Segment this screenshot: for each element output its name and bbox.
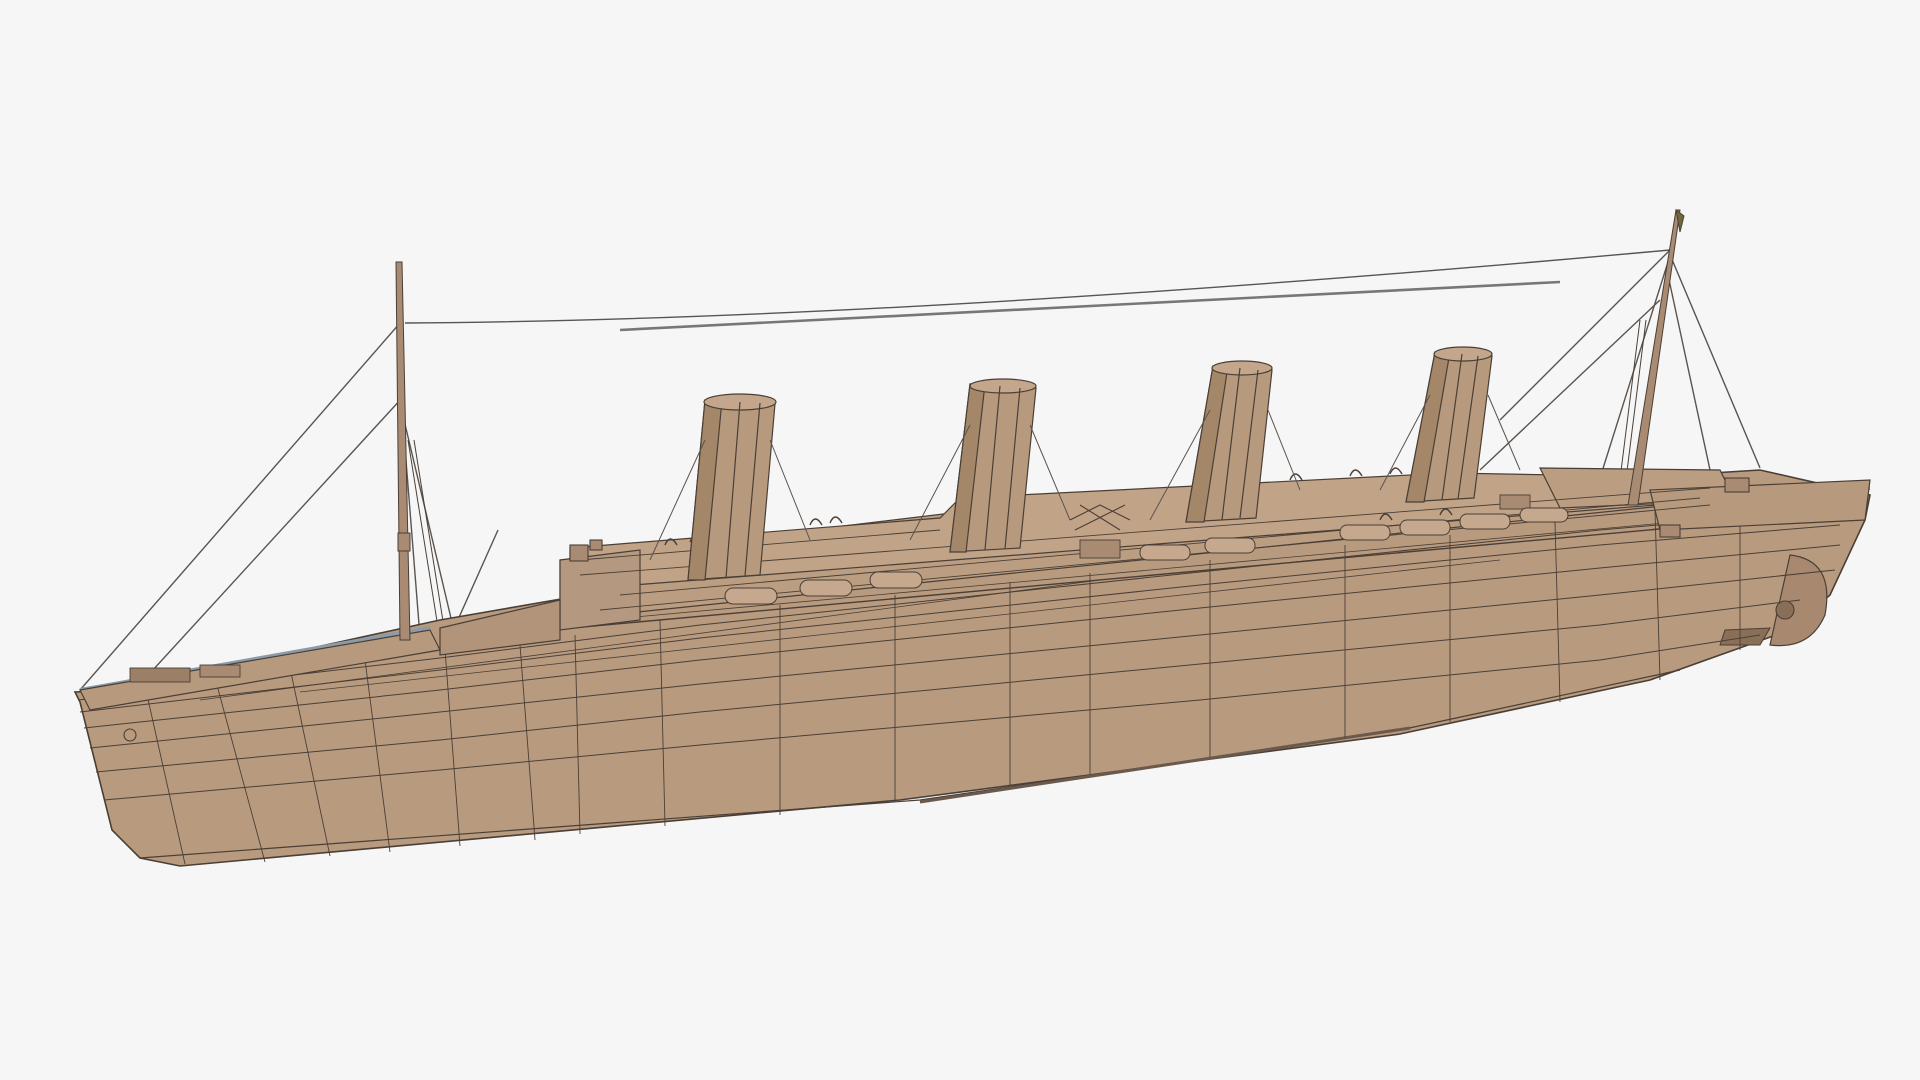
lifeboat xyxy=(869,571,923,589)
lifeboat xyxy=(799,579,853,597)
lifeboat xyxy=(1399,519,1451,536)
lifeboat xyxy=(1204,537,1256,554)
lifeboat xyxy=(1139,544,1191,561)
lifeboat xyxy=(1519,507,1569,523)
viewport-canvas xyxy=(0,0,1920,1080)
lifeboat xyxy=(724,587,778,605)
lifeboat xyxy=(1459,513,1511,530)
ship-model-render xyxy=(0,0,1920,1080)
lifeboat xyxy=(1339,524,1391,541)
bridge-block xyxy=(559,549,641,631)
crows-nest xyxy=(397,532,411,552)
